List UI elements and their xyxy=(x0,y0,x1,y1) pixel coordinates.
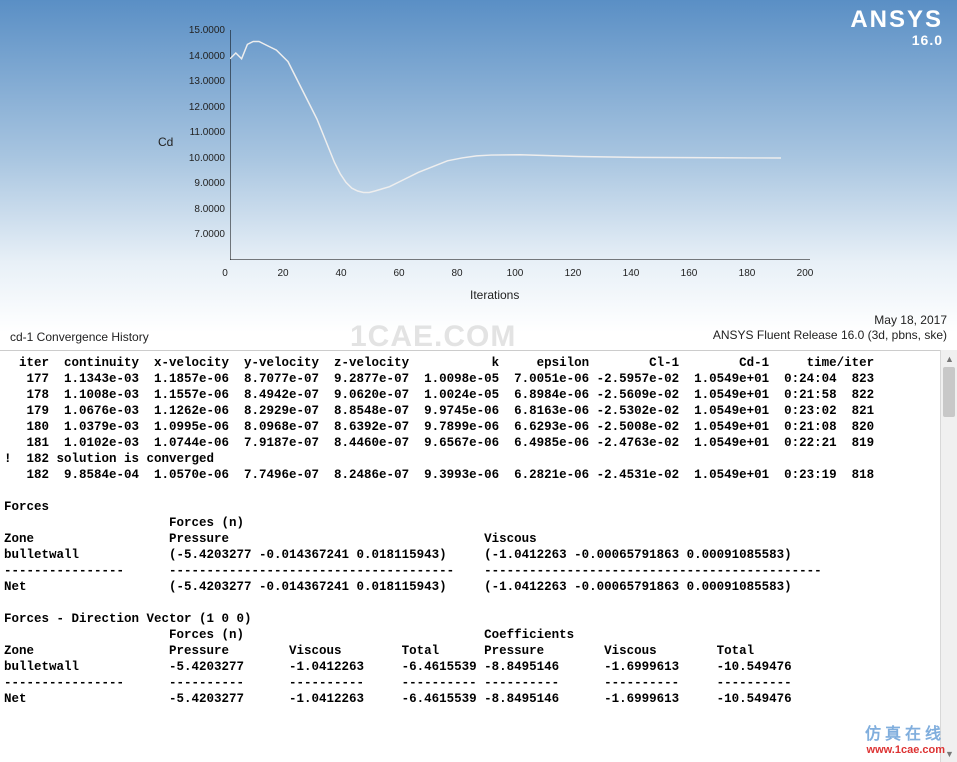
watermark: 1CAE.COM xyxy=(350,320,516,354)
scroll-up-button[interactable]: ▲ xyxy=(941,350,957,367)
text-console[interactable]: iter continuity x-velocity y-velocity z-… xyxy=(0,350,957,762)
x-axis-label: Iterations xyxy=(470,288,519,302)
chart-panel: ANSYS 16.0 Cd Iterations 15.0000 14.0000… xyxy=(0,0,957,350)
y-axis-label: Cd xyxy=(158,135,173,149)
brand-version: 16.0 xyxy=(850,32,943,48)
chart-meta: May 18, 2017 ANSYS Fluent Release 16.0 (… xyxy=(713,313,947,344)
brand-name: ANSYS xyxy=(850,8,943,32)
console-scrollbar[interactable]: ▲ ▼ xyxy=(940,350,957,762)
y-axis-ticks: 15.0000 14.0000 13.0000 12.0000 11.0000 … xyxy=(185,26,225,256)
chart-title: cd-1 Convergence History xyxy=(10,330,149,344)
convergence-line-chart xyxy=(230,30,810,260)
chart-date: May 18, 2017 xyxy=(713,313,947,329)
footer-watermark: 仿真在线 www.1cae.com xyxy=(865,720,945,756)
ansys-logo: ANSYS 16.0 xyxy=(850,8,943,48)
scroll-track[interactable] xyxy=(941,367,957,745)
scroll-thumb[interactable] xyxy=(943,367,955,417)
chart-release: ANSYS Fluent Release 16.0 (3d, pbns, ske… xyxy=(713,328,947,344)
